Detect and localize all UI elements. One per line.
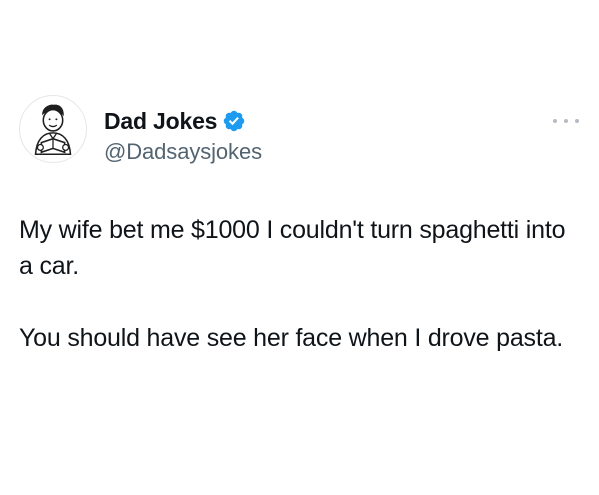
more-dot xyxy=(575,119,579,123)
tweet-text: My wife bet me $1000 I couldn't turn spa… xyxy=(19,212,579,356)
more-dot xyxy=(553,119,557,123)
author-name-row: Dad Jokes xyxy=(104,106,246,136)
author-handle[interactable]: @Dadsaysjokes xyxy=(104,139,262,165)
author-display-name[interactable]: Dad Jokes xyxy=(104,108,217,135)
verified-badge-icon[interactable] xyxy=(222,109,246,133)
avatar[interactable] xyxy=(19,95,87,163)
tweet-paragraph: You should have see her face when I drov… xyxy=(19,324,564,352)
more-options-icon[interactable] xyxy=(553,115,579,127)
cartoon-dad-avatar-icon xyxy=(34,104,72,156)
tweet-card: Dad Jokes @Dadsaysjokes My wife bet me $… xyxy=(0,0,599,495)
tweet-paragraph: My wife bet me $1000 I couldn't turn spa… xyxy=(19,216,566,280)
more-dot xyxy=(564,119,568,123)
